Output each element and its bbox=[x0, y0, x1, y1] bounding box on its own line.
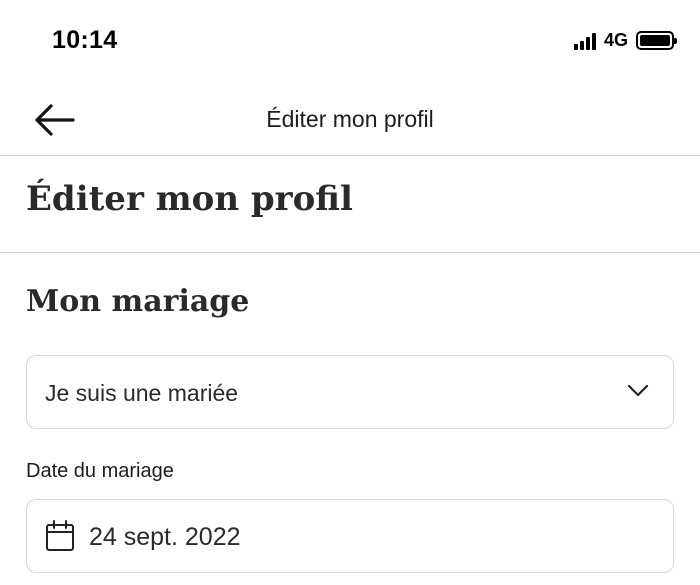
status-indicators: 4G bbox=[573, 30, 677, 51]
signal-icon bbox=[573, 32, 596, 50]
role-select[interactable]: Je suis une mariée bbox=[26, 355, 674, 429]
page-title: Éditer mon profil bbox=[26, 179, 353, 219]
status-time: 10:14 bbox=[52, 26, 118, 54]
role-select-value: Je suis une mariée bbox=[45, 380, 239, 406]
page-header: Éditer mon profil bbox=[0, 157, 700, 253]
wedding-date-field[interactable]: 24 sept. 2022 bbox=[26, 499, 674, 573]
status-bar: 10:14 4G bbox=[0, 0, 700, 86]
section-title-wedding: Mon mariage bbox=[26, 284, 250, 319]
battery-icon bbox=[636, 31, 677, 50]
nav-bar: Éditer mon profil bbox=[0, 86, 700, 156]
calendar-icon bbox=[46, 520, 74, 551]
wedding-date-value: 24 sept. 2022 bbox=[89, 523, 241, 551]
wedding-date-label: Date du mariage bbox=[26, 460, 174, 482]
network-type: 4G bbox=[603, 30, 628, 50]
chevron-down-icon bbox=[627, 384, 649, 397]
battery-fill bbox=[640, 35, 670, 46]
nav-title: Éditer mon profil bbox=[266, 106, 434, 132]
